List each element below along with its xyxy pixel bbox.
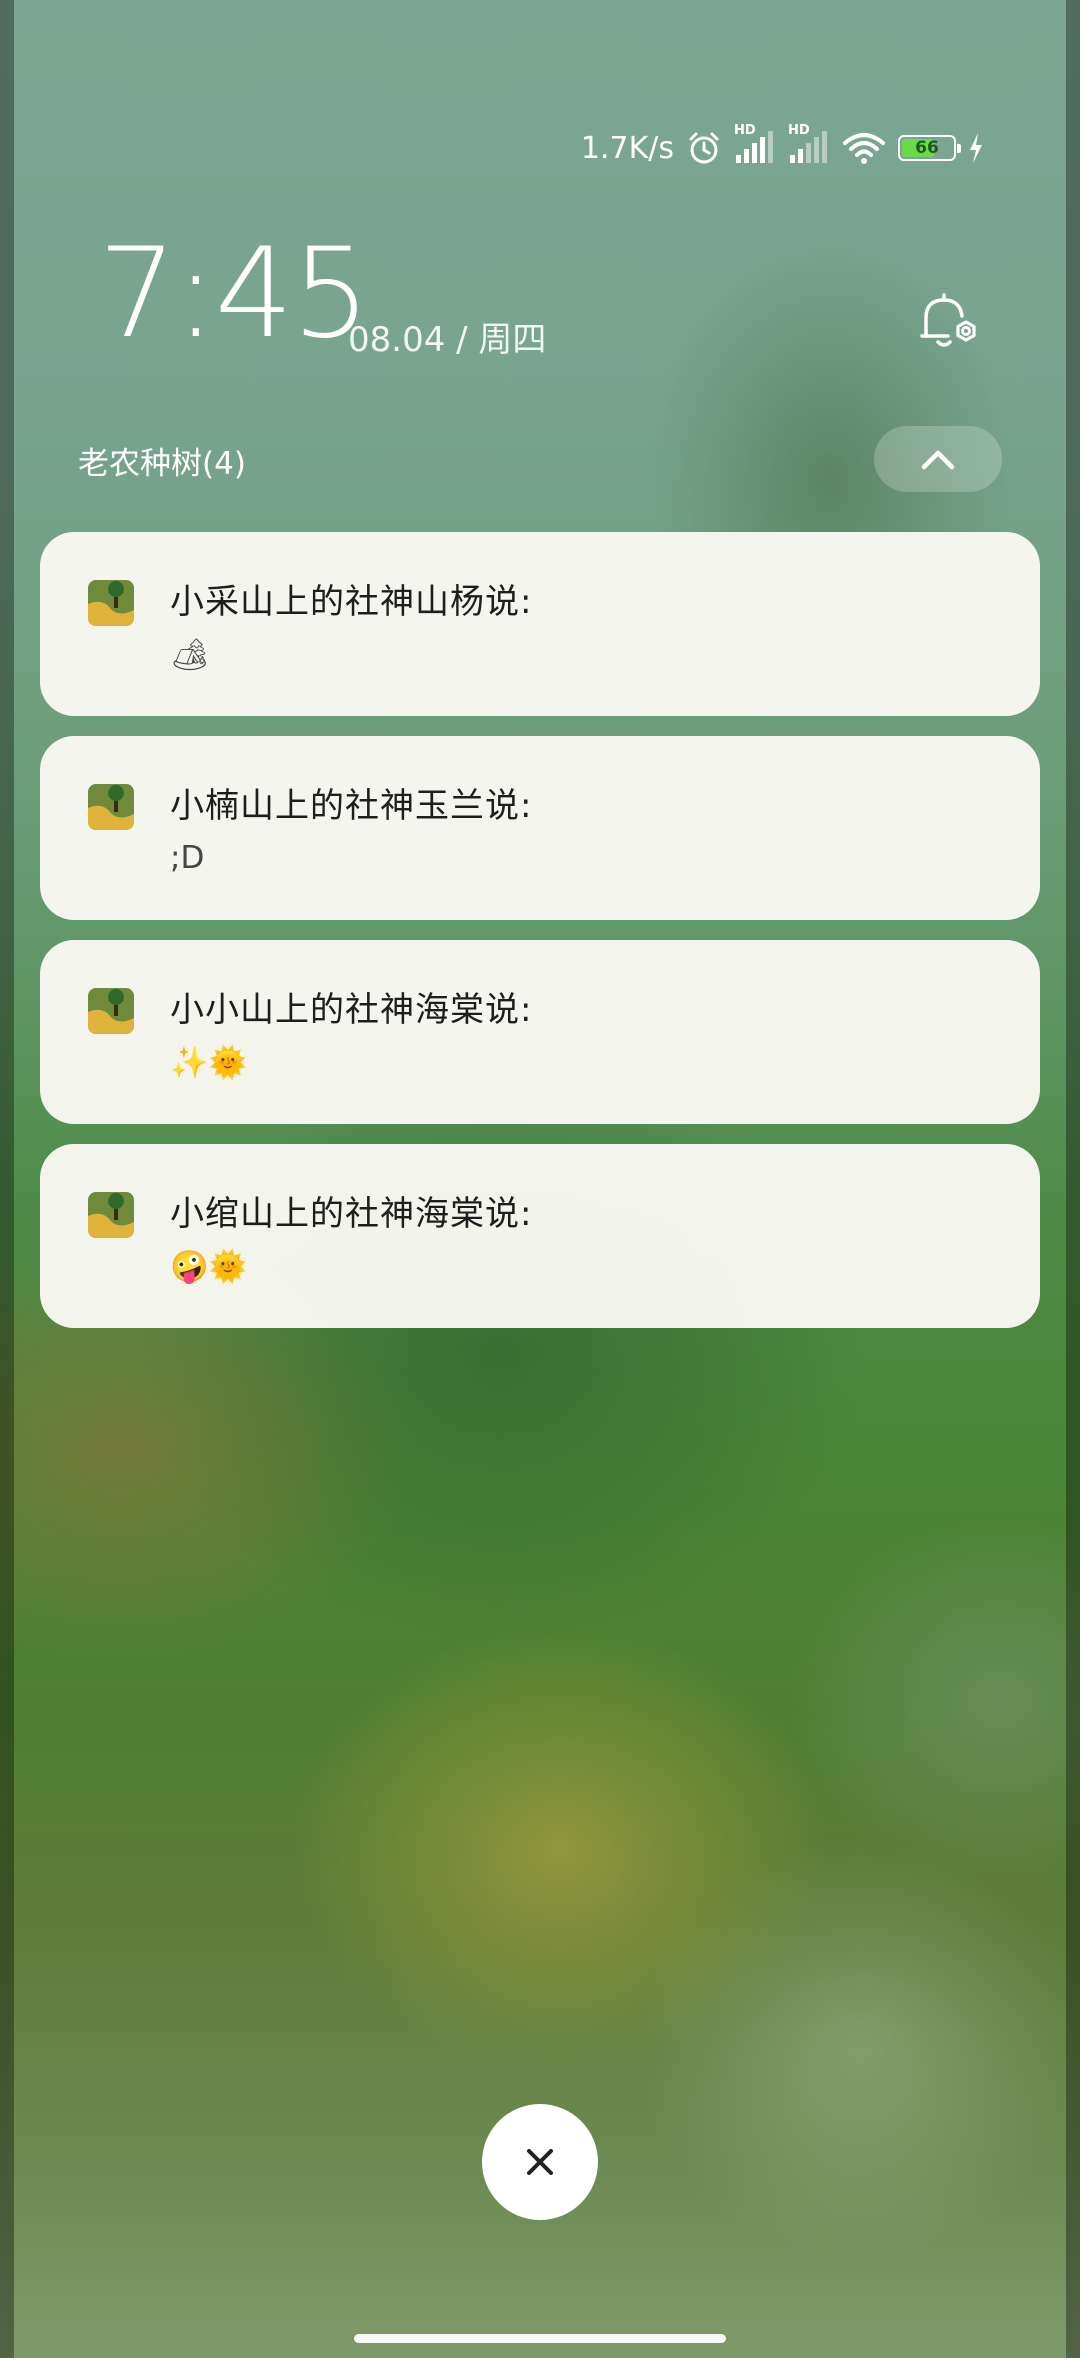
wifi-icon <box>842 131 886 165</box>
bell-settings-icon <box>920 293 976 347</box>
lightning-icon <box>968 133 984 163</box>
collapse-group-button[interactable] <box>874 426 1002 492</box>
notification-body: ✨🌞 <box>170 1045 248 1081</box>
alarm-clock-icon <box>686 130 722 166</box>
network-speed: 1.7K/s <box>580 130 674 166</box>
clock-time: 7:45 <box>98 222 370 366</box>
notification-card[interactable]: 小楠山上的社神玉兰说: ;D <box>40 736 1040 920</box>
battery-percent: 66 <box>915 138 939 158</box>
notification-title: 小采山上的社神山杨说: <box>170 582 533 622</box>
clear-notifications-button[interactable] <box>482 2104 598 2220</box>
app-icon <box>88 1192 134 1238</box>
status-bar: 1.7K/s HD HD 66 <box>580 123 984 170</box>
sim1-hd-label: HD <box>734 123 756 138</box>
notification-body: ;D <box>170 840 205 876</box>
close-icon <box>527 2149 553 2175</box>
notification-group-title: 老农种树(4) <box>78 446 246 482</box>
sim2-hd-label: HD <box>788 123 810 138</box>
sim2-signal-icon: HD <box>788 123 830 165</box>
notification-card[interactable]: 小采山上的社神山杨说: 🏕 <box>40 532 1040 716</box>
screen-edge-right <box>1066 0 1080 2358</box>
app-icon <box>88 580 134 626</box>
notification-body: 🏕 <box>170 637 210 673</box>
notification-title: 小楠山上的社神玉兰说: <box>170 786 533 826</box>
chevron-up-icon <box>921 450 955 470</box>
battery-icon: 66 <box>898 135 961 161</box>
screen-edge-left <box>0 0 14 2358</box>
app-icon <box>88 988 134 1034</box>
battery-nub <box>957 144 961 153</box>
notification-settings-button[interactable] <box>918 292 984 354</box>
notification-card[interactable]: 小小山上的社神海棠说: ✨🌞 <box>40 940 1040 1124</box>
notification-card[interactable]: 小绾山上的社神海棠说: 🤪🌞 <box>40 1144 1040 1328</box>
notification-title: 小小山上的社神海棠说: <box>170 990 533 1030</box>
home-indicator[interactable] <box>354 2334 726 2343</box>
notification-title: 小绾山上的社神海棠说: <box>170 1194 533 1234</box>
notification-body: 🤪🌞 <box>170 1249 248 1285</box>
clock-date: 08.04 / 周四 <box>348 320 547 360</box>
app-icon <box>88 784 134 830</box>
sim1-signal-icon: HD <box>734 123 776 165</box>
